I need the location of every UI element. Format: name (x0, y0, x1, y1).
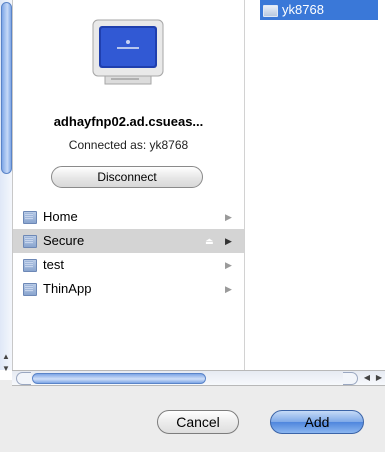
list-item-label: Home (43, 209, 78, 224)
folder-icon (23, 283, 37, 296)
folder-icon (23, 235, 37, 248)
horizontal-scroll-thumb[interactable] (32, 373, 206, 384)
vertical-scroll-thumb[interactable] (1, 2, 12, 174)
folder-icon (23, 259, 37, 272)
cancel-button[interactable]: Cancel (157, 410, 239, 434)
list-item-label: ThinApp (43, 281, 92, 296)
server-name: adhayfnp02.ad.csueas... (53, 114, 204, 129)
horizontal-scrollbar[interactable]: ◀ ▶ (12, 370, 385, 386)
scroll-down-arrow-icon[interactable]: ▼ (1, 364, 11, 374)
chevron-right-icon: ▶ (225, 260, 232, 270)
folder-icon (263, 5, 278, 17)
share-list: Home ▶ Secure ⏏ ▶ test ▶ ThinApp ▶ (13, 205, 244, 301)
add-button[interactable]: Add (270, 410, 364, 434)
list-item-label: test (43, 257, 64, 272)
chevron-right-icon: ▶ (225, 236, 232, 246)
server-column: adhayfnp02.ad.csueas... Connected as: yk… (13, 0, 251, 370)
folder-item-selected[interactable]: yk8768 (260, 0, 378, 20)
scroll-track-right-cap (343, 372, 358, 385)
list-item-thinapp[interactable]: ThinApp ▶ (13, 277, 244, 301)
folder-icon (23, 211, 37, 224)
folder-column: yk8768 (245, 0, 385, 370)
connected-as-label: Connected as: yk8768 (68, 138, 189, 152)
disconnect-button[interactable]: Disconnect (51, 166, 203, 188)
scroll-track-left-cap (16, 372, 31, 385)
vertical-scrollbar[interactable]: ▲ ▼ (0, 0, 13, 373)
chevron-right-icon: ▶ (225, 284, 232, 294)
folder-item-label: yk8768 (282, 2, 324, 17)
scroll-right-arrow-icon[interactable]: ▶ (373, 371, 385, 385)
list-item-home[interactable]: Home ▶ (13, 205, 244, 229)
eject-icon[interactable]: ⏏ (205, 229, 214, 253)
list-item-test[interactable]: test ▶ (13, 253, 244, 277)
scroll-up-arrow-icon[interactable]: ▲ (1, 352, 11, 362)
scroll-left-arrow-icon[interactable]: ◀ (361, 371, 373, 385)
list-item-secure[interactable]: Secure ⏏ ▶ (13, 229, 244, 253)
list-item-label: Secure (43, 233, 85, 248)
chevron-right-icon: ▶ (225, 212, 232, 222)
computer-monitor-icon (92, 19, 164, 85)
browser-panel: ▲ ▼ adhayfnp02.ad.csueas... Connected as… (0, 0, 385, 380)
